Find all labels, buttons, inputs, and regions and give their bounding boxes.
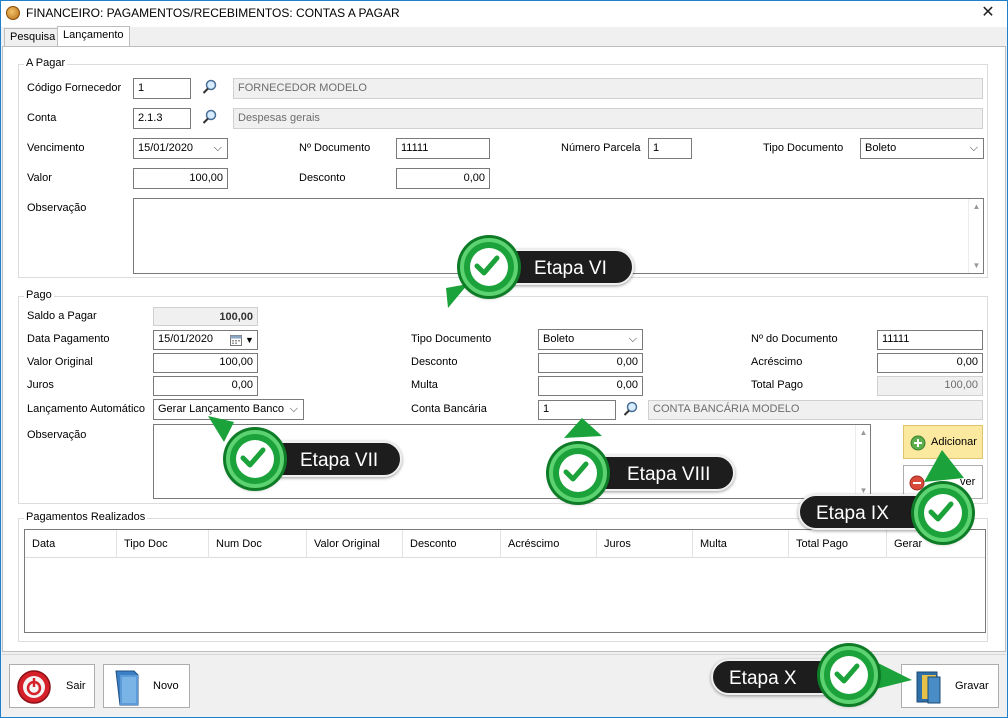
sair-label: Sair [66, 680, 86, 692]
chevron-down-icon: ⌵ [969, 142, 978, 154]
valor-input[interactable]: 100,00 [133, 168, 228, 189]
tipo-documento-label: Tipo Documento [763, 142, 844, 154]
desconto-label: Desconto [299, 172, 346, 184]
acrescimo-input[interactable]: 0,00 [877, 353, 983, 373]
sair-button[interactable]: Sair [9, 664, 95, 708]
column-header-juros[interactable]: Juros [597, 530, 693, 558]
tipo-documento-select[interactable]: Boleto ⌵ [860, 138, 984, 159]
pagamentos-realizados-title: Pagamentos Realizados [24, 511, 148, 523]
a-pagar-title: A Pagar [24, 57, 68, 69]
pago-tipo-documento-value: Boleto [543, 333, 575, 345]
n-documento-input[interactable]: 11111 [396, 138, 490, 159]
power-icon [16, 669, 52, 708]
novo-label: Novo [153, 680, 179, 692]
callout-pointer [924, 450, 964, 482]
saldo-a-pagar-value: 100,00 [153, 307, 258, 326]
fornecedor-description: FORNECEDOR MODELO [233, 78, 983, 99]
acrescimo-label: Acréscimo [751, 356, 803, 368]
valor-label: Valor [27, 172, 52, 184]
chevron-down-icon: ▼ [245, 335, 254, 345]
column-header-total-pago[interactable]: Total Pago [789, 530, 887, 558]
checkmark-icon [460, 238, 518, 296]
conta-bancaria-label: Conta Bancária [411, 403, 487, 415]
n-do-documento-input[interactable]: 11111 [877, 330, 983, 350]
juros-label: Juros [27, 379, 54, 391]
calendar-icon[interactable] [230, 334, 242, 351]
pago-desconto-label: Desconto [411, 356, 458, 368]
close-icon[interactable]: ✕ [976, 2, 1000, 24]
gravar-label: Gravar [955, 680, 989, 692]
vencimento-value: 15/01/2020 [138, 142, 194, 154]
multa-label: Multa [411, 379, 438, 391]
checkmark-icon [820, 646, 878, 704]
lancamento-automatico-label: Lançamento Automático [27, 403, 146, 415]
numero-parcela-label: Número Parcela [561, 142, 641, 154]
search-conta-icon[interactable] [199, 108, 221, 129]
adicionar-label: Adicionar [931, 436, 977, 448]
n-documento-label: Nº Documento [299, 142, 371, 154]
checkmark-icon [914, 484, 972, 542]
conta-label: Conta [27, 112, 57, 124]
juros-input[interactable]: 0,00 [153, 376, 258, 396]
saldo-a-pagar-label: Saldo a Pagar [27, 310, 97, 322]
grid-header: Data Tipo Doc Num Doc Valor Original Des… [25, 530, 985, 558]
search-fornecedor-icon[interactable] [199, 78, 221, 99]
column-header-valor-original[interactable]: Valor Original [307, 530, 403, 558]
data-pagamento-label: Data Pagamento [27, 333, 110, 345]
valor-original-label: Valor Original [27, 356, 93, 368]
pago-desconto-input[interactable]: 0,00 [538, 353, 643, 373]
novo-button[interactable]: Novo [103, 664, 190, 708]
vertical-scrollbar[interactable]: ▲ ▼ [968, 199, 983, 273]
conta-bancaria-description: CONTA BANCÁRIA MODELO [648, 400, 983, 420]
vertical-scrollbar[interactable]: ▲ ▼ [855, 425, 870, 498]
new-document-icon [112, 669, 142, 710]
save-binder-icon [914, 669, 944, 708]
pagamentos-grid[interactable]: Data Tipo Doc Num Doc Valor Original Des… [24, 529, 986, 633]
observacao-label: Observação [27, 202, 87, 214]
column-header-data[interactable]: Data [25, 530, 117, 558]
column-header-acrescimo[interactable]: Acréscimo [501, 530, 597, 558]
conta-input[interactable]: 2.1.3 [133, 108, 191, 129]
tab-pesquisa[interactable]: Pesquisa [4, 28, 62, 46]
app-icon [6, 6, 20, 20]
callout-pointer [564, 418, 602, 438]
chevron-down-icon: ⌵ [213, 142, 222, 154]
window-title: FINANCEIRO: PAGAMENTOS/RECEBIMENTOS: CON… [26, 6, 400, 20]
column-header-multa[interactable]: Multa [693, 530, 789, 558]
chevron-down-icon: ⌵ [628, 333, 637, 345]
n-do-documento-label: Nº do Documento [751, 333, 838, 345]
numero-parcela-input[interactable]: 1 [648, 138, 692, 159]
tab-lancamento[interactable]: Lançamento [57, 26, 130, 47]
column-header-tipo-doc[interactable]: Tipo Doc [117, 530, 209, 558]
vencimento-datepicker[interactable]: 15/01/2020 ⌵ [133, 138, 228, 159]
codigo-fornecedor-input[interactable]: 1 [133, 78, 191, 99]
chevron-down-icon: ⌵ [289, 403, 298, 415]
checkmark-icon [549, 444, 607, 502]
codigo-fornecedor-label: Código Fornecedor [27, 82, 122, 94]
total-pago-value: 100,00 [877, 376, 983, 396]
vencimento-label: Vencimento [27, 142, 85, 154]
tipo-documento-value: Boleto [865, 142, 897, 154]
conta-description: Despesas gerais [233, 108, 983, 129]
pago-tipo-documento-label: Tipo Documento [411, 333, 492, 345]
checkmark-icon [226, 430, 284, 488]
total-pago-label: Total Pago [751, 379, 803, 391]
valor-original-input[interactable]: 100,00 [153, 353, 258, 373]
pago-title: Pago [24, 289, 54, 301]
column-header-desconto[interactable]: Desconto [403, 530, 501, 558]
search-conta-bancaria-icon[interactable] [620, 400, 642, 421]
column-header-num-doc[interactable]: Num Doc [209, 530, 307, 558]
desconto-input[interactable]: 0,00 [396, 168, 490, 189]
pago-tipo-documento-select[interactable]: Boleto ⌵ [538, 329, 643, 350]
multa-input[interactable]: 0,00 [538, 376, 643, 396]
pago-observacao-label: Observação [27, 429, 87, 441]
data-pagamento-datepicker[interactable]: 15/01/2020 ▼ [153, 330, 258, 350]
data-pagamento-value: 15/01/2020 [158, 333, 214, 345]
